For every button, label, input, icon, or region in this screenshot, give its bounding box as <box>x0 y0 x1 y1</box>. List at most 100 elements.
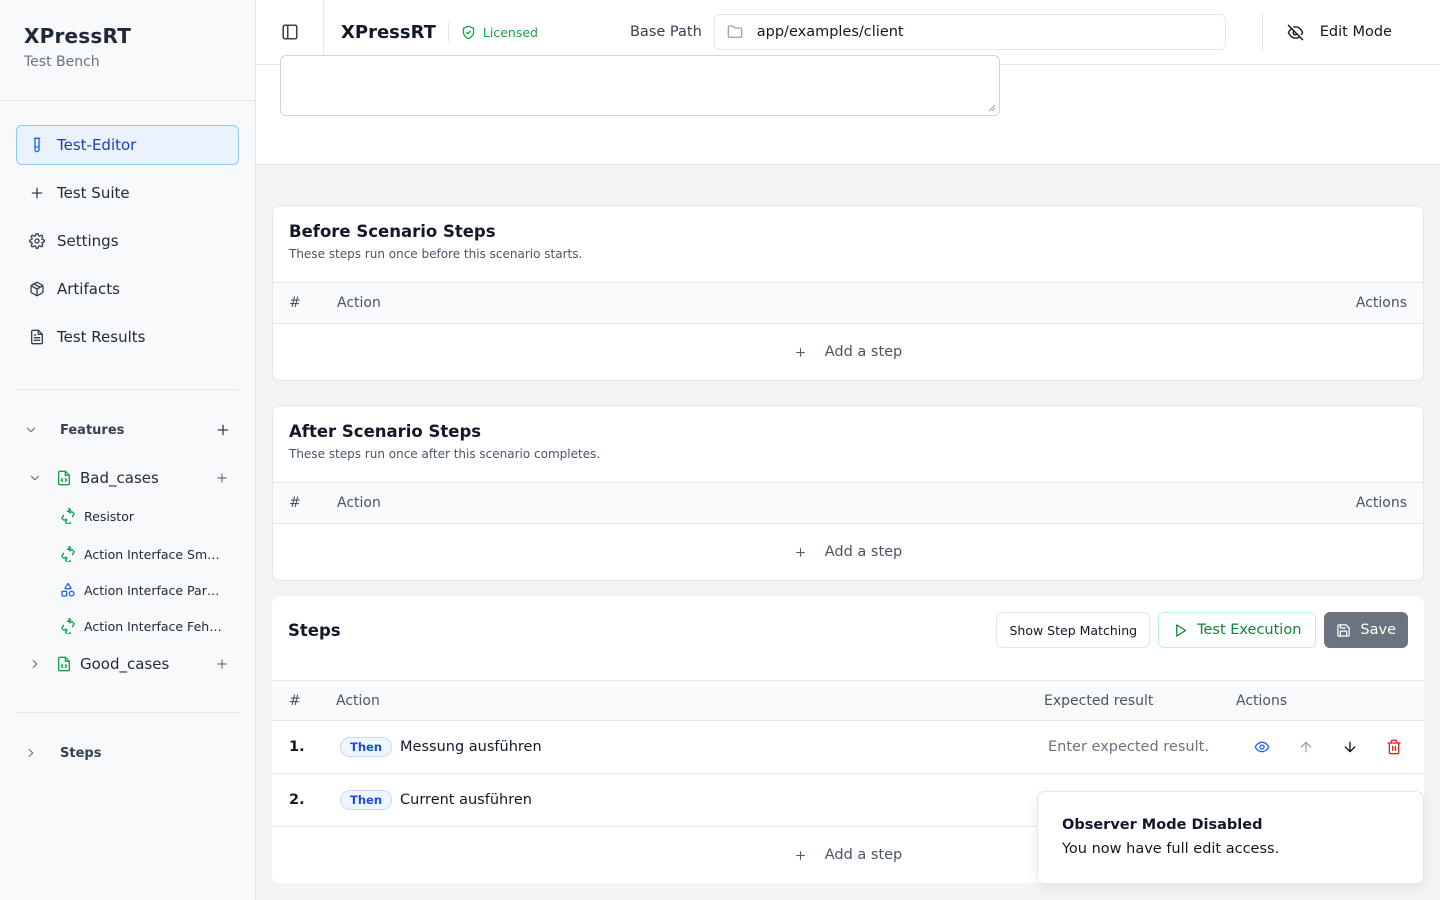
view-step-button[interactable] <box>1240 739 1284 755</box>
table-header: # Action Actions <box>273 483 1423 524</box>
header-title: XPressRT <box>341 21 436 43</box>
add-step-label: Add a step <box>824 847 903 863</box>
test-execution-label: Test Execution <box>1197 622 1302 638</box>
edit-mode-button[interactable]: Edit Mode <box>1287 24 1392 41</box>
step-text: Current ausführen <box>400 792 532 808</box>
test-tube-icon <box>29 137 45 153</box>
plus-icon <box>29 185 45 201</box>
before-scenario-card: Before Scenario Steps These steps run on… <box>272 205 1424 381</box>
step-keyword-badge: Then <box>340 790 393 810</box>
add-scenario-icon[interactable] <box>215 657 229 671</box>
step-text: Messung ausführen <box>400 739 542 755</box>
header-separator <box>447 22 449 42</box>
before-scenario-subtitle: These steps run once before this scenari… <box>289 247 583 261</box>
delete-step-button[interactable] <box>1372 739 1416 755</box>
nav-label: Test Suite <box>57 184 130 202</box>
scenario-description-card <box>256 55 1440 165</box>
base-path-input[interactable]: app/examples/client <box>713 14 1226 50</box>
after-scenario-card: After Scenario Steps These steps run onc… <box>272 405 1424 581</box>
resize-grip-icon[interactable] <box>988 104 996 112</box>
steps-title: Steps <box>288 620 341 640</box>
scenario-label: Action Interface Fehl... <box>84 618 224 634</box>
test-execution-button[interactable]: Test Execution <box>1158 612 1317 648</box>
scenario-item[interactable]: Action Interface Fehl... <box>0 608 255 644</box>
col-actions: Actions <box>1236 692 1288 709</box>
plus-icon <box>794 546 825 559</box>
step-number: 1. <box>289 739 305 755</box>
col-number: # <box>289 692 301 709</box>
eye-icon <box>1254 739 1270 755</box>
step-action[interactable]: Then Messung ausführen <box>340 737 1048 757</box>
add-feature-icon[interactable] <box>215 422 231 438</box>
steps-table-header: # Action Expected result Actions <box>272 680 1424 721</box>
shapes-icon <box>60 582 76 598</box>
expected-result-input[interactable]: Enter expected result. <box>1048 739 1240 755</box>
nav-label: Test Results <box>57 328 146 346</box>
col-expected: Expected result <box>1044 692 1154 709</box>
nav-label: Test-Editor <box>57 136 137 154</box>
folder-good-cases[interactable]: Good_cases <box>0 646 255 682</box>
before-scenario-title: Before Scenario Steps <box>289 222 496 241</box>
folder-bad-cases[interactable]: Bad_cases <box>0 460 255 496</box>
card-header: Before Scenario Steps These steps run on… <box>273 206 1423 283</box>
folder-label: Good_cases <box>80 655 170 673</box>
plus-icon <box>794 849 825 862</box>
chevron-right-icon[interactable] <box>28 657 42 671</box>
toast-title: Observer Mode Disabled <box>1062 817 1263 833</box>
folder-icon <box>727 24 757 40</box>
col-number: # <box>289 295 301 311</box>
nav-item-settings[interactable]: Settings <box>16 221 239 261</box>
panel-left-icon <box>281 23 299 41</box>
move-up-button[interactable] <box>1284 739 1328 755</box>
gear-icon <box>29 233 45 249</box>
scenario-item[interactable]: Action Interface Para... <box>0 572 255 608</box>
steps-section-header[interactable]: Steps <box>0 733 255 773</box>
puzzle-icon <box>60 546 76 562</box>
plus-icon <box>794 346 825 359</box>
add-scenario-icon[interactable] <box>215 471 229 485</box>
add-step-button[interactable]: Add a step <box>273 524 1423 580</box>
file-code-icon <box>56 470 72 486</box>
col-number: # <box>289 495 301 511</box>
col-actions: Actions <box>1355 495 1407 511</box>
document-icon <box>29 329 45 345</box>
add-step-label: Add a step <box>824 344 903 360</box>
package-icon <box>29 281 45 297</box>
toast-message: You now have full edit access. <box>1062 841 1280 857</box>
save-button[interactable]: Save <box>1324 612 1408 648</box>
app-subtitle: Test Bench <box>24 54 100 70</box>
puzzle-icon <box>60 508 76 524</box>
scenario-item[interactable]: Action Interface Smo... <box>0 536 255 572</box>
header-separator <box>1261 13 1263 51</box>
nav-item-test-editor[interactable]: Test-Editor <box>16 125 239 165</box>
edit-mode-label: Edit Mode <box>1319 24 1392 40</box>
step-keyword-badge: Then <box>340 737 393 757</box>
features-header[interactable]: Features <box>0 410 255 450</box>
base-path-value: app/examples/client <box>756 24 904 40</box>
step-action[interactable]: Then Current ausführen <box>340 790 1048 810</box>
move-down-button[interactable] <box>1328 739 1372 755</box>
nav-label: Settings <box>57 232 119 250</box>
features-label: Features <box>60 422 125 438</box>
nav-item-test-results[interactable]: Test Results <box>16 317 239 357</box>
nav-item-artifacts[interactable]: Artifacts <box>16 269 239 309</box>
chevron-down-icon[interactable] <box>28 471 42 485</box>
toast-notification[interactable]: Observer Mode Disabled You now have full… <box>1037 791 1424 884</box>
add-step-button[interactable]: Add a step <box>273 324 1423 380</box>
nav-item-test-suite[interactable]: Test Suite <box>16 173 239 213</box>
scenario-description-textarea[interactable] <box>280 55 1000 116</box>
after-scenario-title: After Scenario Steps <box>289 422 482 441</box>
arrow-down-icon <box>1342 739 1358 755</box>
chevron-right-icon[interactable] <box>24 746 38 760</box>
show-step-matching-button[interactable]: Show Step Matching <box>996 612 1151 648</box>
arrow-up-icon <box>1298 739 1314 755</box>
puzzle-icon <box>60 618 76 634</box>
scenario-item[interactable]: Resistor <box>0 496 255 536</box>
card-header: After Scenario Steps These steps run onc… <box>273 406 1423 483</box>
add-step-label: Add a step <box>824 544 903 560</box>
chevron-down-icon[interactable] <box>24 423 38 437</box>
after-scenario-subtitle: These steps run once after this scenario… <box>289 447 601 461</box>
main-content: Before Scenario Steps These steps run on… <box>256 55 1440 900</box>
col-action: Action <box>336 692 380 709</box>
scenario-label: Action Interface Para... <box>84 582 224 598</box>
